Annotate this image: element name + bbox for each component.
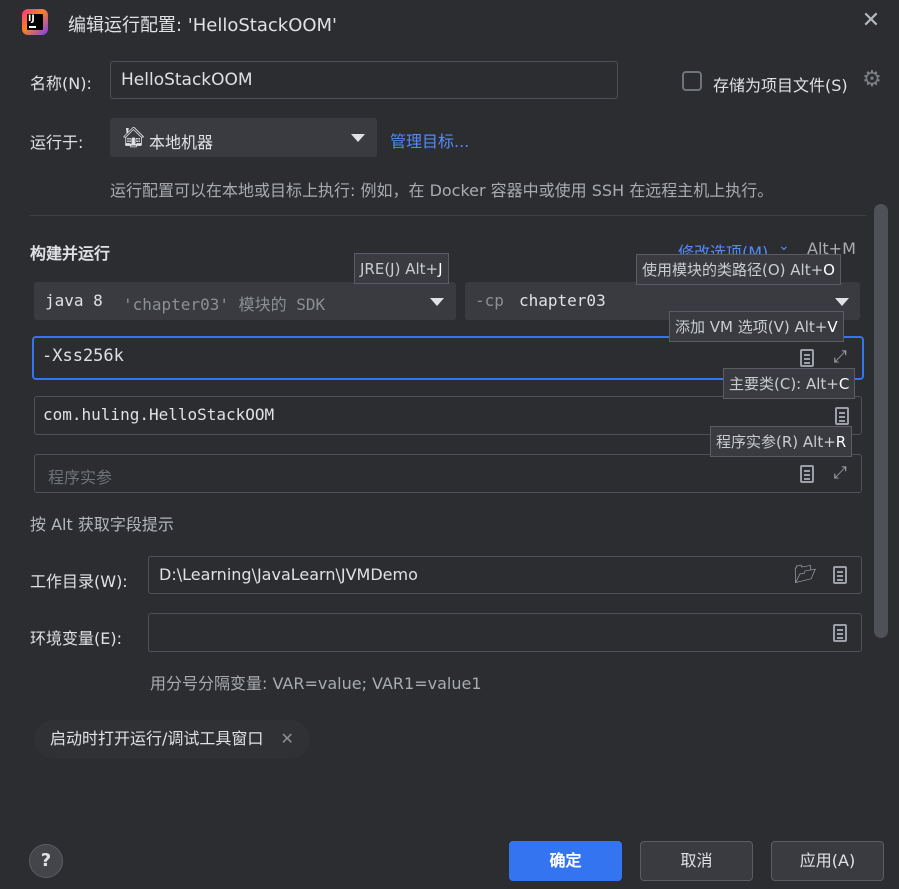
program-args-input[interactable]: 程序实参 ⤢ xyxy=(34,454,862,493)
section-divider xyxy=(30,215,866,216)
env-vars-hint: 用分号分隔变量: VAR=value; VAR1=value1 xyxy=(150,674,482,693)
jre-version: java 8 xyxy=(45,291,103,310)
program-args-tooltip: 程序实参(R) Alt+R xyxy=(710,426,853,457)
store-as-project-checkbox[interactable] xyxy=(682,71,702,91)
help-button[interactable]: ? xyxy=(29,844,63,878)
env-vars-label: 环境变量(E): xyxy=(30,629,122,648)
classpath-value: chapter03 xyxy=(519,291,606,310)
apply-button[interactable]: 应用(A) xyxy=(771,841,884,881)
scrollbar[interactable] xyxy=(874,204,888,638)
working-dir-value: D:\Learning\JavaLearn\JVMDemo xyxy=(159,565,418,584)
chevron-down-icon xyxy=(835,298,849,306)
close-icon[interactable]: ✕ xyxy=(281,729,294,748)
working-dir-input[interactable]: D:\Learning\JavaLearn\JVMDemo 📂︎ xyxy=(148,556,862,594)
build-run-heading: 构建并运行 xyxy=(30,244,111,263)
chip-label: 启动时打开运行/调试工具窗口 xyxy=(50,729,264,748)
run-on-label: 运行于: xyxy=(30,133,84,152)
chevron-down-icon: ⌄ xyxy=(778,238,790,254)
name-input[interactable]: HelloStackOOM xyxy=(110,61,618,99)
main-class-value: com.huling.HelloStackOOM xyxy=(43,405,275,424)
document-icon[interactable] xyxy=(833,624,847,642)
expand-icon[interactable]: ⤢ xyxy=(830,347,850,367)
open-tool-window-chip[interactable]: 启动时打开运行/调试工具窗口 ✕ xyxy=(34,720,310,758)
run-target-value: 本地机器 xyxy=(149,133,214,152)
alt-hint: 按 Alt 获取字段提示 xyxy=(30,515,174,534)
jre-select[interactable]: java 8 'chapter03' 模块的 SDK xyxy=(34,282,456,320)
document-icon[interactable] xyxy=(835,407,849,425)
document-icon[interactable] xyxy=(833,566,847,584)
intellij-app-icon: IJ xyxy=(22,9,48,35)
chevron-down-icon xyxy=(430,298,444,306)
classpath-prefix: -cp xyxy=(475,291,504,310)
ok-button[interactable]: 确定 xyxy=(509,841,622,881)
window-title: 编辑运行配置: 'HelloStackOOM' xyxy=(68,15,338,36)
home-icon: 🏠︎ xyxy=(121,125,147,149)
vm-options-tooltip: 添加 VM 选项(V) Alt+V xyxy=(669,311,844,342)
jre-tooltip: JRE(J) Alt+J xyxy=(354,253,449,284)
folder-icon[interactable]: 📂︎ xyxy=(794,564,817,585)
store-as-project-label[interactable]: 存储为项目文件(S) xyxy=(713,72,848,96)
program-args-placeholder: 程序实参 xyxy=(48,468,113,487)
jre-detail: 'chapter03' 模块的 SDK xyxy=(123,295,326,314)
document-icon[interactable] xyxy=(800,349,814,367)
vm-options-value: -Xss256k xyxy=(42,346,124,366)
gear-icon[interactable]: ⚙ xyxy=(860,68,884,92)
main-class-tooltip: 主要类(C): Alt+C xyxy=(723,368,856,399)
run-on-hint: 运行配置可以在本地或目标上执行: 例如，在 Docker 容器中或使用 SSH … xyxy=(110,181,774,200)
working-dir-label: 工作目录(W): xyxy=(30,572,128,591)
name-value: HelloStackOOM xyxy=(121,70,253,90)
title-bar: IJ 编辑运行配置: 'HelloStackOOM' ✕ xyxy=(0,0,899,44)
env-vars-input[interactable] xyxy=(148,613,862,652)
name-label: 名称(N): xyxy=(30,74,92,93)
classpath-tooltip: 使用模块的类路径(O) Alt+O xyxy=(636,254,841,285)
chevron-down-icon xyxy=(351,134,365,142)
close-icon[interactable]: ✕ xyxy=(858,8,884,34)
manage-targets-link[interactable]: 管理目标... xyxy=(390,128,469,152)
cancel-button[interactable]: 取消 xyxy=(640,841,753,881)
expand-icon[interactable]: ⤢ xyxy=(830,463,850,483)
run-target-select[interactable]: 🏠︎ 本地机器 xyxy=(110,118,377,157)
document-icon[interactable] xyxy=(800,465,814,483)
